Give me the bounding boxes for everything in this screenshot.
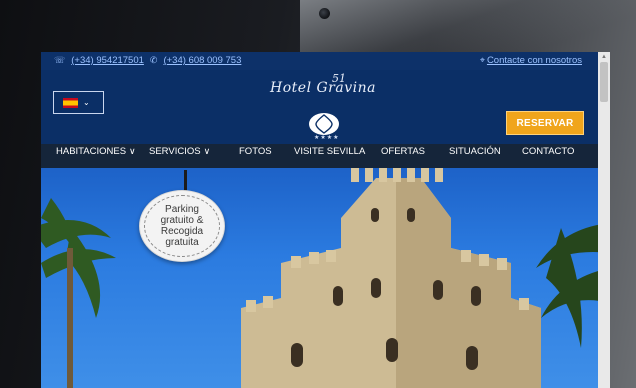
nav-item-label: OFERTAS — [381, 146, 425, 157]
camera-lens — [319, 8, 330, 19]
star-rating: ★★★★ — [314, 135, 340, 141]
vertical-scrollbar[interactable]: ▲ — [598, 52, 610, 388]
location-pin-icon: ⌖ — [479, 55, 485, 65]
nav-item-label: CONTACTO — [522, 146, 575, 157]
badge-dashed-ring — [144, 195, 220, 257]
nav-item-situacion[interactable]: SITUACIÓN — [449, 146, 501, 157]
nav-item-label: SERVICIOS — [149, 146, 201, 157]
phone-icon: ☏ — [54, 55, 66, 65]
nav-item-ofertas[interactable]: OFERTAS — [381, 146, 425, 157]
logo-wordmark: Hotel Gravina — [270, 80, 376, 96]
nav-item-label: FOTOS — [239, 146, 272, 157]
phone-links: ☏ (+34) 954217501 ✆ (+34) 608 009 753 — [54, 55, 241, 66]
chevron-down-icon: ∨ — [129, 146, 136, 156]
spain-flag-icon — [63, 97, 78, 108]
torre-del-oro-illustration — [41, 168, 610, 388]
phone-link-2[interactable]: (+34) 608 009 753 — [163, 55, 241, 66]
contact-link[interactable]: Contacte con nosotros — [487, 55, 582, 66]
hotel-logo[interactable]: Hotel Gravina 51 ★★★★ — [253, 72, 393, 144]
chevron-down-icon: ⌄ — [83, 98, 90, 107]
language-selector[interactable]: ⌄ — [53, 91, 104, 114]
nav-item-label: VISITE SEVILLA — [294, 146, 366, 157]
nav-item-label: HABITACIONES — [56, 146, 127, 157]
chevron-down-icon: ∨ — [203, 146, 211, 156]
whatsapp-icon: ✆ — [149, 55, 158, 65]
nav-item-contacto[interactable]: CONTACTO — [522, 146, 574, 157]
free-parking-badge: Parking gratuito & Recogida gratuita — [139, 190, 225, 262]
nav-item-label: SITUACIÓN — [449, 146, 501, 157]
nav-item-habitaciones[interactable]: HABITACIONES ∨ — [56, 146, 136, 157]
hero-image: Parking gratuito & Recogida gratuita — [41, 168, 610, 388]
nav-item-servicios[interactable]: SERVICIOS ∨ — [149, 146, 210, 157]
scroll-up-icon[interactable]: ▲ — [601, 54, 607, 60]
contact-topbar: ☏ (+34) 954217501 ✆ (+34) 608 009 753 ⌖ … — [41, 52, 610, 70]
browser-viewport: ☏ (+34) 954217501 ✆ (+34) 608 009 753 ⌖ … — [41, 52, 610, 388]
scrollbar-thumb[interactable] — [600, 62, 608, 102]
site-header: ⌄ Hotel Gravina 51 ★★★★ RESERVAR — [41, 70, 610, 144]
contact-link-wrap: ⌖ Contacte con nosotros — [480, 55, 582, 66]
screen-glare — [300, 0, 636, 60]
main-nav: HABITACIONES ∨ SERVICIOS ∨ FOTOS VISITE … — [41, 144, 610, 168]
nav-item-visite-sevilla[interactable]: VISITE SEVILLA — [294, 146, 365, 157]
nav-item-fotos[interactable]: FOTOS — [239, 146, 272, 157]
reserve-button[interactable]: RESERVAR — [506, 111, 584, 135]
logo-number: 51 — [332, 72, 346, 85]
phone-link-1[interactable]: (+34) 954217501 — [71, 55, 144, 66]
